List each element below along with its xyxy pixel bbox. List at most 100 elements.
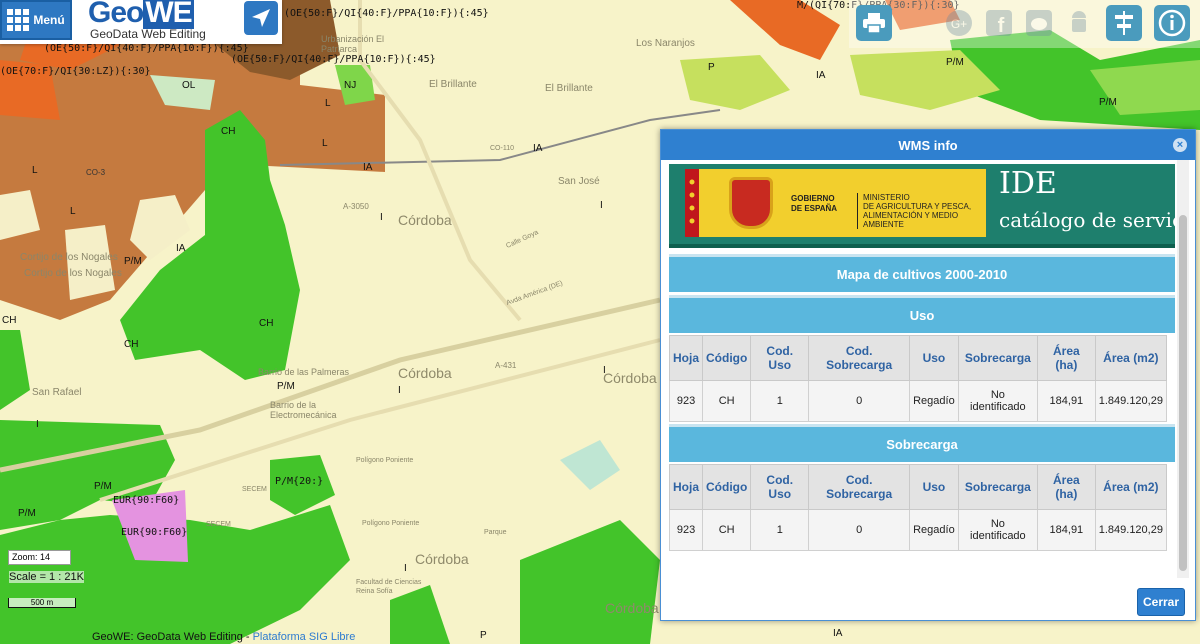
logo-subtitle: GeoData Web Editing: [90, 27, 206, 41]
scrollbar-thumb[interactable]: [1179, 215, 1187, 571]
place-label: Córdoba: [398, 212, 452, 228]
top-toolbar: G+ f: [849, 0, 1200, 48]
place-label: Cortijo de los Nogales: [20, 252, 118, 263]
section-title: Uso: [909, 308, 935, 323]
land-symbol: P/M: [18, 508, 36, 519]
dialog-header: WMS info ×: [661, 130, 1195, 160]
facebook-icon: f: [986, 10, 1012, 37]
land-symbol: NJ: [344, 80, 357, 91]
column-header: Cod. Sobrecarga: [808, 335, 911, 381]
place-label: Córdoba: [605, 600, 659, 616]
land-symbol: I: [603, 365, 606, 376]
place-label: Polígono Poniente: [356, 457, 414, 464]
place-label: SECEM: [206, 521, 231, 528]
column-header: Sobrecarga: [957, 335, 1039, 381]
column-header: Área (m2): [1094, 335, 1168, 381]
info-icon: [1158, 9, 1186, 37]
close-button[interactable]: Cerrar: [1137, 588, 1185, 616]
info-button[interactable]: [1154, 5, 1190, 41]
app-logo: GeoWE GeoData Web Editing: [84, 0, 234, 44]
grid-menu-icon: [7, 9, 30, 31]
map-title-bar: Mapa de cultivos 2000-2010: [669, 254, 1175, 292]
menu-button[interactable]: Menú: [0, 0, 72, 40]
column-header: Área (m2): [1094, 464, 1168, 510]
land-code-label: EUR{90:F60}: [113, 495, 180, 506]
place-label: Polígono Poniente: [362, 520, 420, 527]
table-cell: 1.849.120,29: [1094, 509, 1168, 551]
land-symbol: IA: [816, 70, 826, 81]
coat-of-arms-icon: [729, 177, 773, 229]
land-symbol: CH: [259, 318, 274, 329]
land-symbol: P/M: [946, 57, 964, 68]
road-label: CO-3: [86, 168, 106, 177]
column-header: Cod. Uso: [750, 335, 810, 381]
land-symbol: IA: [176, 243, 186, 254]
table-cell: 184,91: [1037, 380, 1096, 422]
land-symbol: CH: [221, 126, 236, 137]
print-button[interactable]: [856, 5, 892, 41]
land-code-label: (OE{50:F}/QI{40:F}/PPA{10:F}){:45}: [231, 54, 436, 65]
land-symbol: CH: [124, 339, 139, 350]
table-cell: CH: [702, 380, 752, 422]
column-header: Código: [702, 335, 752, 381]
section-title: Sobrecarga: [886, 437, 958, 452]
section-title-uso: Uso: [669, 295, 1175, 333]
table-cell: No identificado: [957, 509, 1039, 551]
road-label: A-3050: [343, 202, 369, 211]
table-cell: CH: [702, 509, 752, 551]
column-header: Hoja: [669, 464, 704, 510]
place-label: El Brillante: [545, 83, 593, 94]
map-title: Mapa de cultivos 2000-2010: [836, 267, 1008, 282]
ide-text: IDE: [999, 166, 1057, 201]
land-symbol: P/M: [277, 381, 295, 392]
geolocate-button[interactable]: [244, 1, 278, 35]
land-code-label: P/M{20:}: [275, 476, 324, 487]
table-row: 923 CH 1 0 Regadío No identificado 184,9…: [669, 509, 1168, 551]
scale-bar: 500 m: [8, 598, 76, 608]
google-plus-icon: G+: [946, 10, 972, 36]
layers-filter-button[interactable]: [1106, 5, 1142, 41]
land-code-label: (OE{50:F}/QI{40:F}/PPA{10:F}){:45}: [44, 43, 249, 54]
twitter-button[interactable]: [1021, 5, 1057, 41]
eu-stars-icon: [689, 179, 695, 224]
place-label: Los Naranjos: [636, 38, 695, 49]
table-cell: 1.849.120,29: [1094, 380, 1168, 422]
svg-text:f: f: [998, 15, 1005, 37]
land-symbol: P/M: [94, 481, 112, 492]
wms-info-dialog: WMS info × GOBIERNO DE ESPAÑA MINISTERIO D…: [660, 129, 1196, 621]
land-code-label: EUR{90:F60}: [121, 527, 188, 538]
google-plus-button[interactable]: G+: [941, 5, 977, 41]
close-icon[interactable]: ×: [1173, 138, 1187, 152]
dialog-scrollbar[interactable]: [1177, 160, 1189, 578]
land-symbol: IA: [533, 143, 543, 154]
table-cell: 1: [750, 509, 810, 551]
gobierno-text: GOBIERNO DE ESPAÑA: [791, 194, 838, 213]
scale-text: Scale = 1 : 21K: [9, 571, 84, 583]
column-header: Cod. Uso: [750, 464, 810, 510]
footer: GeoWE: GeoData Web Editing - Plataforma …: [92, 631, 355, 643]
zoom-level: Zoom: 14: [8, 550, 71, 565]
place-label: Córdoba: [603, 370, 657, 386]
android-button[interactable]: [1061, 5, 1097, 41]
place-label: Barrio de las Palmeras: [258, 367, 350, 377]
menu-label: Menú: [33, 13, 65, 27]
table-cell: 0: [808, 380, 911, 422]
column-header: Área (ha): [1037, 335, 1096, 381]
land-symbol: P/M: [124, 256, 142, 267]
logo-geo-text: Geo: [88, 0, 144, 29]
land-code-label: (OE{50:F}/QI{40:F}/PPA{10:F}){:45}: [284, 8, 489, 19]
facebook-button[interactable]: f: [981, 5, 1017, 41]
land-symbol: P/M: [1099, 97, 1117, 108]
column-header: Uso: [909, 335, 959, 381]
place-label: Córdoba: [398, 365, 452, 381]
column-header: Área (ha): [1037, 464, 1096, 510]
footer-link[interactable]: Plataforma SIG Libre: [253, 631, 356, 643]
place-label: Parque: [484, 529, 507, 536]
place-label: Barrio de la Electromecánica: [270, 400, 337, 420]
footer-text: GeoWE: GeoData Web Editing -: [92, 631, 253, 643]
land-symbol: L: [32, 165, 38, 176]
column-header: Hoja: [669, 335, 704, 381]
dialog-body: GOBIERNO DE ESPAÑA MINISTERIO DE AGRICULTU…: [669, 160, 1175, 578]
table-cell: 184,91: [1037, 509, 1096, 551]
table-cell: Regadío: [909, 509, 959, 551]
